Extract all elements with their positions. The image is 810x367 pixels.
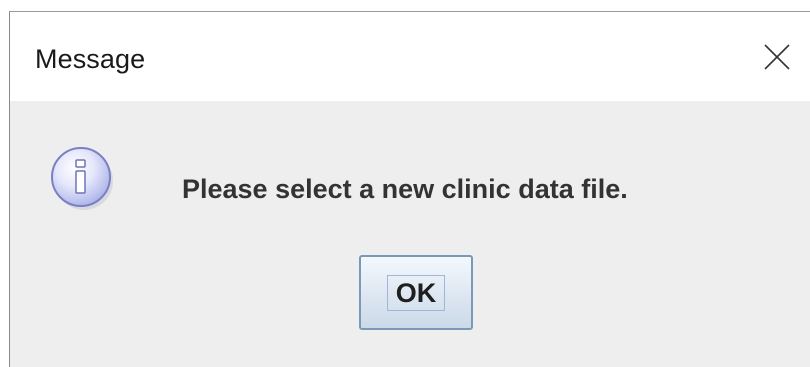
dialog-title: Message — [35, 44, 146, 74]
ok-button[interactable]: OK — [359, 255, 473, 330]
close-icon — [764, 44, 790, 70]
ok-button-label: OK — [395, 278, 437, 308]
close-button[interactable] — [744, 12, 810, 101]
info-icon — [51, 147, 113, 210]
dialog-message: Please select a new clinic data file. — [182, 174, 628, 204]
message-dialog: Message Please select a new clinic data … — [9, 11, 810, 367]
title-bar: Message — [10, 12, 810, 101]
